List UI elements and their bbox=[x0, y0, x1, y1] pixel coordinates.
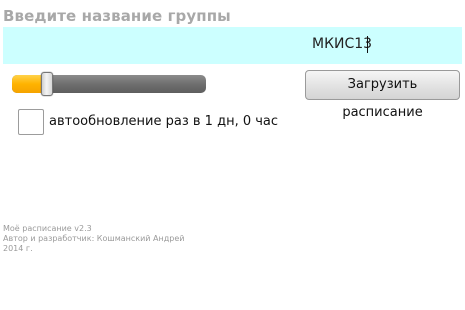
slider-thumb[interactable] bbox=[41, 72, 53, 96]
author-text: Автор и разработчик: Кошманский Андрей bbox=[3, 234, 185, 243]
about-info: Моё расписание v2.3 Автор и разработчик:… bbox=[3, 224, 184, 254]
app-screen: Введите название группы МКИС13 Загрузить… bbox=[0, 0, 465, 310]
year-text: 2014 г. bbox=[3, 244, 33, 253]
auto-update-checkbox[interactable] bbox=[18, 109, 44, 135]
group-name-input-value: МКИС13 bbox=[312, 36, 373, 52]
group-name-input[interactable]: МКИС13 bbox=[3, 27, 462, 64]
auto-update-label: автообновление раз в 1 дн, 0 час bbox=[49, 114, 279, 129]
load-schedule-button[interactable]: Загрузить расписание bbox=[305, 70, 460, 120]
text-cursor bbox=[367, 36, 368, 53]
group-name-title: Введите название группы bbox=[3, 7, 231, 25]
app-version-text: Моё расписание v2.3 bbox=[3, 224, 92, 233]
auto-update-interval-slider[interactable] bbox=[12, 72, 206, 96]
